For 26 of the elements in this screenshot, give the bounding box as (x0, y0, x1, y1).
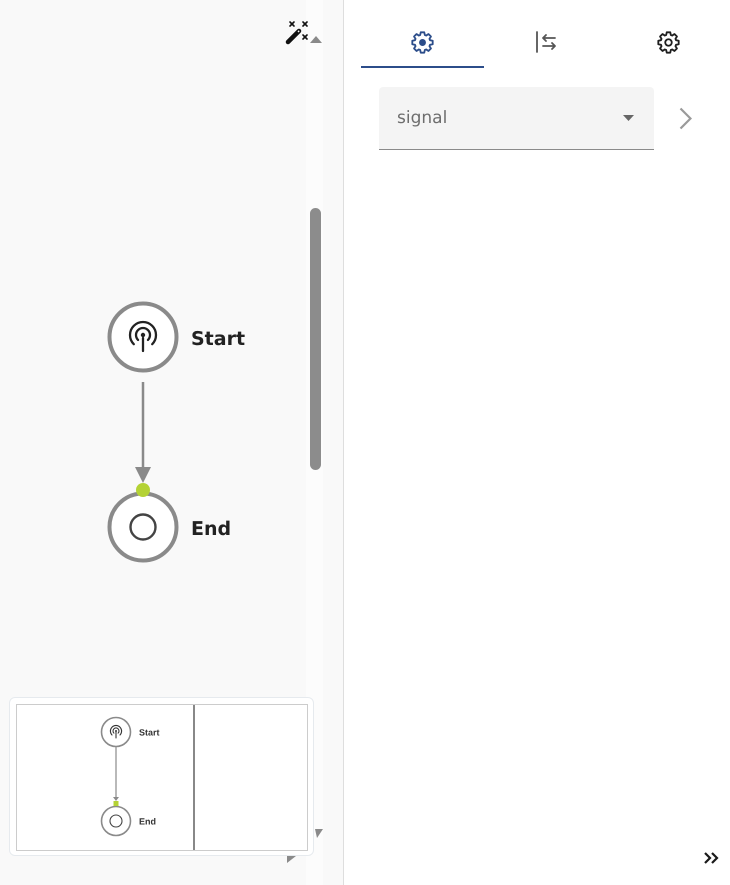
magic-wand-icon[interactable] (284, 19, 308, 45)
event-node (108, 492, 178, 562)
node-label: End (139, 816, 156, 826)
chevron-right-icon[interactable] (679, 107, 692, 130)
gear-icon (657, 30, 680, 54)
node-label: Start (139, 728, 160, 738)
event-node (100, 806, 132, 836)
event-node (100, 716, 132, 748)
scrollbar-thumb[interactable] (310, 208, 321, 470)
signal-icon (128, 320, 158, 352)
type-dropdown[interactable]: signal (379, 87, 654, 150)
node-label: Start (191, 328, 246, 350)
port-dot-icon (136, 483, 150, 497)
scroll-arrow-icon[interactable] (310, 36, 322, 43)
event-node (108, 302, 178, 372)
gear-icon (411, 30, 434, 54)
scroll-arrow-icon[interactable] (287, 856, 296, 863)
scroll-arrow-icon[interactable] (315, 829, 323, 838)
circle-icon (129, 513, 157, 541)
caret-icon (623, 115, 634, 121)
circle-icon (109, 814, 123, 828)
swap-arrows-icon (534, 31, 556, 53)
signal-icon (110, 724, 122, 739)
connector-arrow (113, 747, 119, 801)
node-label: End (191, 518, 232, 540)
double-chevron-icon[interactable] (704, 852, 719, 864)
